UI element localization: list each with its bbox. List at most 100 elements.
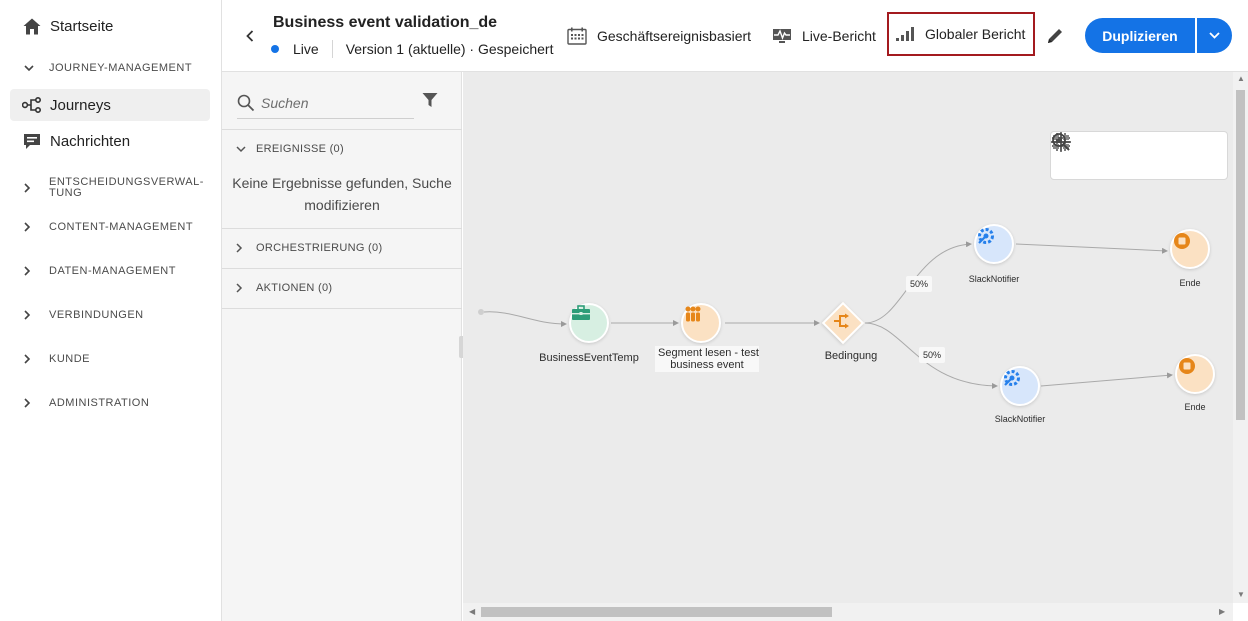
sidebar-section-label: KUNDE [49, 353, 91, 365]
node-label: Ende [1179, 278, 1201, 288]
read-segment-node[interactable] [681, 303, 721, 343]
chevron-right-icon [24, 222, 38, 232]
filter-icon [422, 93, 438, 107]
sidebar-section-administration[interactable]: ADMINISTRATION [24, 397, 149, 409]
zoom-out-button[interactable] [1052, 133, 1211, 168]
briefcase-icon [572, 305, 590, 320]
chevron-right-icon [24, 398, 38, 408]
scrollbar-thumb[interactable] [1236, 90, 1245, 420]
custom-action-icon [978, 228, 994, 244]
horizontal-scrollbar[interactable]: ◀ ▶ [463, 603, 1233, 621]
button-label: Geschäftsereignisbasiert [597, 28, 752, 44]
end-node-bottom[interactable] [1175, 354, 1215, 394]
sidebar-item-home[interactable]: Startseite [10, 10, 210, 42]
duplicate-menu-button[interactable] [1196, 18, 1232, 53]
sidebar-section-connections[interactable]: VERBINDUNGEN [24, 309, 144, 321]
edit-button[interactable] [1044, 25, 1066, 47]
journey-header: Business event validation_de Live Versio… [222, 0, 1248, 72]
sidebar-section-label: ENTSCHEIDUNGSVERWAL- TUNG [49, 176, 204, 199]
divider [222, 308, 462, 309]
divider [222, 228, 462, 229]
journey-status-line: Live Version 1 (aktuelle) · Gespeichert [271, 40, 553, 58]
pencil-icon [1048, 29, 1062, 43]
back-button[interactable] [242, 27, 258, 45]
node-label: Segment lesen - test business event [655, 346, 759, 372]
group-label: ORCHESTRIERUNG (0) [256, 242, 383, 254]
chevron-down-icon [1209, 32, 1220, 39]
sidebar-item-messages[interactable]: Nachrichten [10, 125, 210, 157]
journey-title: Business event validation_de [273, 14, 498, 31]
search-input[interactable] [261, 95, 411, 111]
sidebar-section-journey-management[interactable]: JOURNEY-MANAGEMENT [24, 62, 192, 74]
button-label: Live-Bericht [802, 28, 876, 44]
end-node-top[interactable] [1170, 229, 1210, 269]
chevron-right-icon [24, 183, 38, 193]
sidebar-section-content[interactable]: CONTENT-MANAGEMENT [24, 221, 193, 233]
chevron-right-icon [236, 243, 248, 253]
vertical-scrollbar[interactable]: ▲ ▼ [1233, 72, 1248, 603]
chevron-left-icon [246, 30, 254, 42]
custom-action-icon [1004, 370, 1020, 386]
version-label: Version 1 (aktuelle) · Gespeichert [345, 41, 554, 57]
chevron-down-icon [24, 64, 38, 72]
path-percentage-bottom: 50% [919, 347, 946, 363]
sidebar-section-label: VERBINDUNGEN [49, 309, 144, 321]
node-label: SlackNotifier [968, 274, 1020, 284]
align-button[interactable] [1051, 132, 1131, 168]
sidebar-item-label: Journeys [50, 96, 111, 114]
monitor-pulse-icon [772, 28, 792, 44]
duplicate-button-group: Duplizieren [1085, 18, 1232, 53]
search-icon [237, 94, 255, 112]
duplicate-button[interactable]: Duplizieren [1085, 18, 1195, 53]
sidebar-item-label: Nachrichten [50, 132, 131, 150]
scroll-up-arrow-icon[interactable]: ▲ [1237, 74, 1245, 83]
sidebar-section-label: CONTENT-MANAGEMENT [49, 221, 194, 233]
sidebar-section-decisioning[interactable]: ENTSCHEIDUNGSVERWAL- TUNG [24, 177, 204, 199]
chevron-right-icon [24, 354, 38, 364]
status-label: Live [293, 41, 319, 57]
group-label: EREIGNISSE (0) [256, 143, 344, 155]
journey-canvas[interactable]: BusinessEventTemp Segment lesen - test bu… [463, 72, 1233, 603]
message-icon [22, 131, 42, 151]
orchestration-group[interactable]: ORCHESTRIERUNG (0) [236, 242, 382, 254]
slack-notifier-node-top[interactable] [974, 224, 1014, 264]
divider [222, 129, 462, 130]
live-report-button[interactable]: Live-Bericht [772, 21, 876, 51]
chevron-right-icon [236, 283, 248, 293]
events-group[interactable]: EREIGNISSE (0) [236, 143, 344, 155]
sidebar-section-label: ADMINISTRATION [49, 397, 150, 409]
global-report-button[interactable]: Globaler Bericht [887, 12, 1036, 56]
sidebar-section-data[interactable]: DATEN-MANAGEMENT [24, 265, 176, 277]
filter-button[interactable] [420, 90, 440, 110]
node-label: BusinessEventTemp [539, 352, 639, 364]
audience-icon [685, 306, 701, 322]
home-icon [22, 16, 42, 36]
journey-icon [22, 95, 42, 115]
zoom-out-icon [1052, 133, 1070, 151]
divider [222, 268, 462, 269]
sidebar-section-label: DATEN-MANAGEMENT [49, 265, 176, 277]
scroll-down-arrow-icon[interactable]: ▼ [1237, 590, 1245, 599]
business-event-button[interactable]: Geschäftsereignisbasiert [567, 21, 751, 51]
sidebar-section-customer[interactable]: KUNDE [24, 353, 90, 365]
no-results-message: Keine Ergebnisse gefunden, Suche modifiz… [232, 175, 452, 213]
canvas-toolbar [1050, 131, 1228, 180]
node-label: Bedingung [824, 350, 878, 362]
sidebar-item-journeys[interactable]: Journeys [10, 89, 210, 121]
slack-notifier-node-bottom[interactable] [1000, 366, 1040, 406]
sidebar-item-label: Startseite [50, 17, 114, 35]
journey-entry-point [478, 309, 484, 315]
business-event-node[interactable] [569, 303, 609, 343]
scroll-right-arrow-icon[interactable]: ▶ [1219, 607, 1225, 616]
stop-icon [1179, 358, 1195, 374]
actions-group[interactable]: AKTIONEN (0) [236, 282, 332, 294]
sidebar-section-label: JOURNEY-MANAGEMENT [49, 62, 193, 74]
scroll-left-arrow-icon[interactable]: ◀ [469, 607, 475, 616]
chevron-right-icon [24, 310, 38, 320]
chevron-right-icon [24, 266, 38, 276]
zoom-in-button[interactable] [1052, 133, 1171, 168]
scrollbar-thumb[interactable] [481, 607, 832, 617]
search-field[interactable] [237, 88, 414, 119]
button-label: Globaler Bericht [925, 26, 1026, 42]
divider [331, 40, 333, 58]
